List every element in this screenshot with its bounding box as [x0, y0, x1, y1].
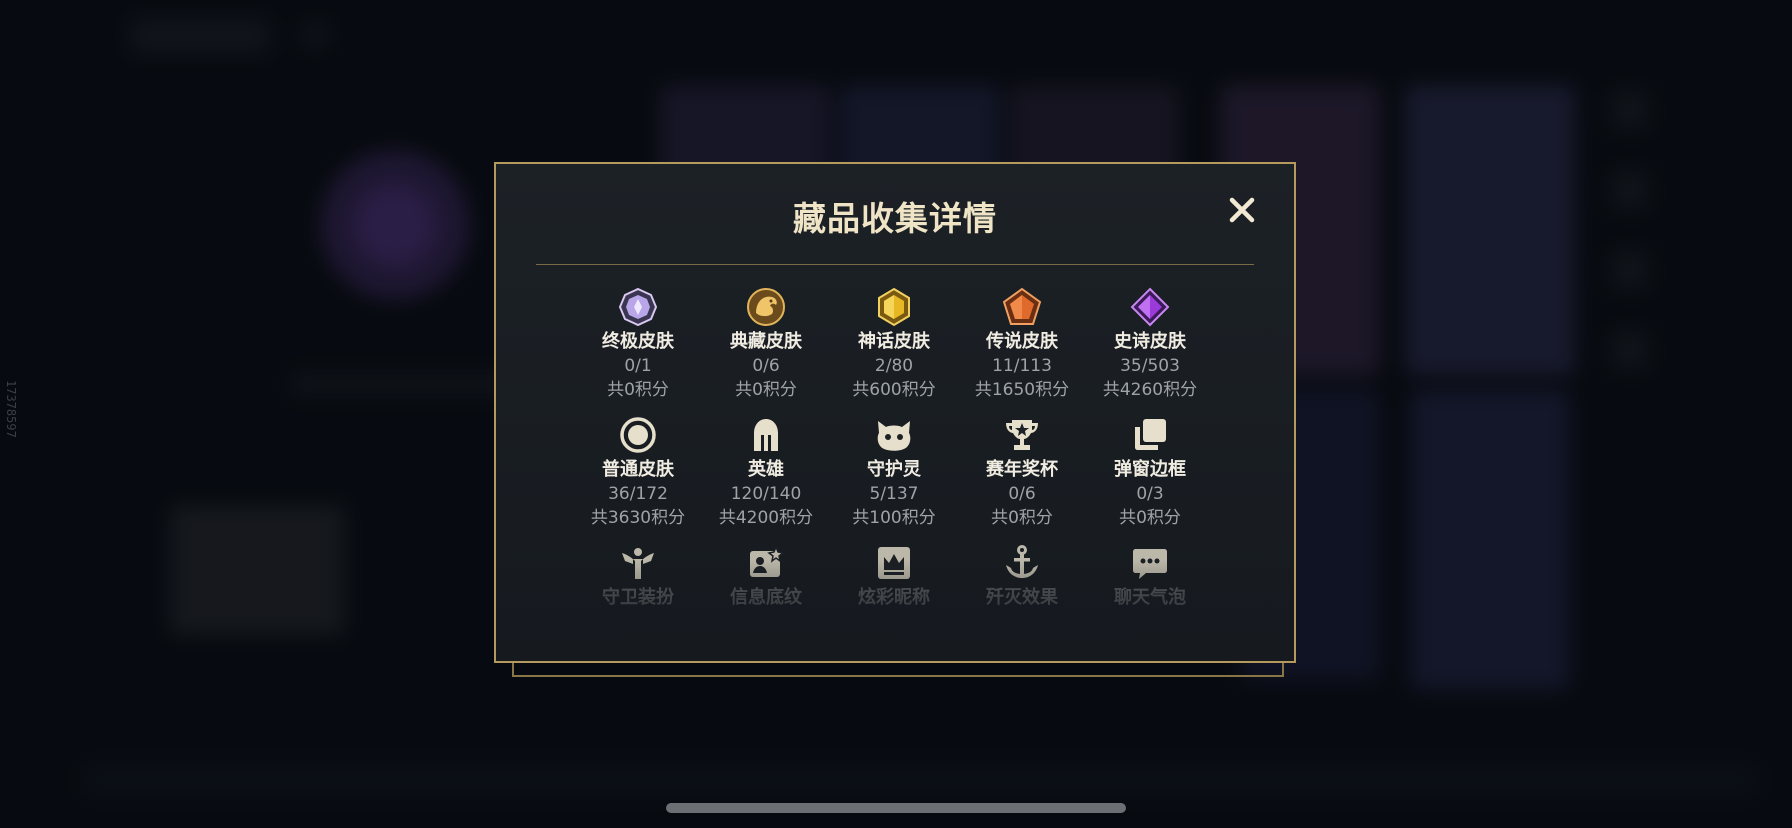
collection-item-popup-frame[interactable]: 弹窗边框 0/3 共0积分 — [1086, 414, 1214, 542]
chat-bubble-icon — [1129, 542, 1171, 584]
item-count: 11/113 — [992, 356, 1052, 376]
collection-item-guardian-spirit[interactable]: 守护灵 5/137 共100积分 — [830, 414, 958, 542]
item-name: 神话皮肤 — [858, 331, 930, 352]
legendary-gem-icon — [1001, 286, 1043, 328]
helmet-icon — [745, 414, 787, 456]
item-name: 普通皮肤 — [602, 459, 674, 480]
item-name: 英雄 — [748, 459, 784, 480]
item-count: 2/80 — [874, 356, 914, 376]
item-name: 典藏皮肤 — [730, 331, 802, 352]
item-count: 120/140 — [730, 484, 802, 504]
ward-skin-icon — [617, 542, 659, 584]
item-name: 歼灭效果 — [986, 587, 1058, 608]
collection-details-modal: 藏品收集详情 终极皮肤 0/1 共0积分 典藏皮肤 0/6 共0积分 神话皮肤 … — [494, 162, 1296, 663]
item-count: 35/503 — [1120, 356, 1180, 376]
player-id-label: 17378597 — [4, 380, 18, 438]
item-points: 共1650积分 — [974, 380, 1070, 400]
item-count: 36/172 — [608, 484, 668, 504]
item-count: 0/3 — [1136, 484, 1164, 504]
item-points: 共0积分 — [607, 380, 669, 400]
item-name: 传说皮肤 — [986, 331, 1058, 352]
info-card-icon — [745, 542, 787, 584]
collection-grid: 终极皮肤 0/1 共0积分 典藏皮肤 0/6 共0积分 神话皮肤 2/80 共6… — [574, 286, 1214, 670]
normal-skin-icon — [617, 414, 659, 456]
collection-item-info-card[interactable]: 信息底纹 — [702, 542, 830, 670]
collection-item-ultimate-skin[interactable]: 终极皮肤 0/1 共0积分 — [574, 286, 702, 414]
item-name: 信息底纹 — [730, 587, 802, 608]
epic-gem-icon — [1129, 286, 1171, 328]
home-indicator[interactable] — [666, 803, 1126, 813]
modal-title: 藏品收集详情 — [793, 199, 997, 238]
item-points: 共0积分 — [991, 508, 1053, 528]
item-count: 0/1 — [624, 356, 652, 376]
item-points: 共0积分 — [735, 380, 797, 400]
item-count: 0/6 — [752, 356, 780, 376]
item-points: 共100积分 — [852, 508, 936, 528]
collection-item-colorful-name[interactable]: 炫彩昵称 — [830, 542, 958, 670]
close-icon — [1229, 197, 1255, 223]
collection-item-season-trophy[interactable]: 赛年奖杯 0/6 共0积分 — [958, 414, 1086, 542]
item-name: 守卫装扮 — [602, 587, 674, 608]
item-points: 共0积分 — [1119, 508, 1181, 528]
collection-item-annihilation-effect[interactable]: 歼灭效果 — [958, 542, 1086, 670]
collection-item-hero[interactable]: 英雄 120/140 共4200积分 — [702, 414, 830, 542]
item-count: 5/137 — [869, 484, 919, 504]
collection-item-prestige-skin[interactable]: 典藏皮肤 0/6 共0积分 — [702, 286, 830, 414]
item-name: 守护灵 — [867, 459, 921, 480]
item-name: 炫彩昵称 — [858, 587, 930, 608]
collection-item-mythic-skin[interactable]: 神话皮肤 2/80 共600积分 — [830, 286, 958, 414]
collection-item-legendary-skin[interactable]: 传说皮肤 11/113 共1650积分 — [958, 286, 1086, 414]
guardian-spirit-icon — [873, 414, 915, 456]
title-divider — [536, 264, 1254, 265]
item-name: 史诗皮肤 — [1114, 331, 1186, 352]
frame-icon — [1129, 414, 1171, 456]
collection-item-chat-bubble[interactable]: 聊天气泡 — [1086, 542, 1214, 670]
item-name: 终极皮肤 — [602, 331, 674, 352]
close-button[interactable] — [1226, 194, 1258, 226]
mythic-gem-icon — [873, 286, 915, 328]
trophy-icon — [1001, 414, 1043, 456]
anchor-effect-icon — [1001, 542, 1043, 584]
item-points: 共3630积分 — [590, 508, 686, 528]
crown-name-icon — [873, 542, 915, 584]
item-points: 共4260积分 — [1102, 380, 1198, 400]
item-count: 0/6 — [1008, 484, 1036, 504]
item-name: 弹窗边框 — [1114, 459, 1186, 480]
dragon-emblem-icon — [745, 286, 787, 328]
item-points: 共600积分 — [852, 380, 936, 400]
collection-item-normal-skin[interactable]: 普通皮肤 36/172 共3630积分 — [574, 414, 702, 542]
ultimate-gem-icon — [617, 286, 659, 328]
collection-item-ward-skin[interactable]: 守卫装扮 — [574, 542, 702, 670]
item-points: 共4200积分 — [718, 508, 814, 528]
item-name: 聊天气泡 — [1114, 587, 1186, 608]
collection-item-epic-skin[interactable]: 史诗皮肤 35/503 共4260积分 — [1086, 286, 1214, 414]
item-name: 赛年奖杯 — [986, 459, 1058, 480]
